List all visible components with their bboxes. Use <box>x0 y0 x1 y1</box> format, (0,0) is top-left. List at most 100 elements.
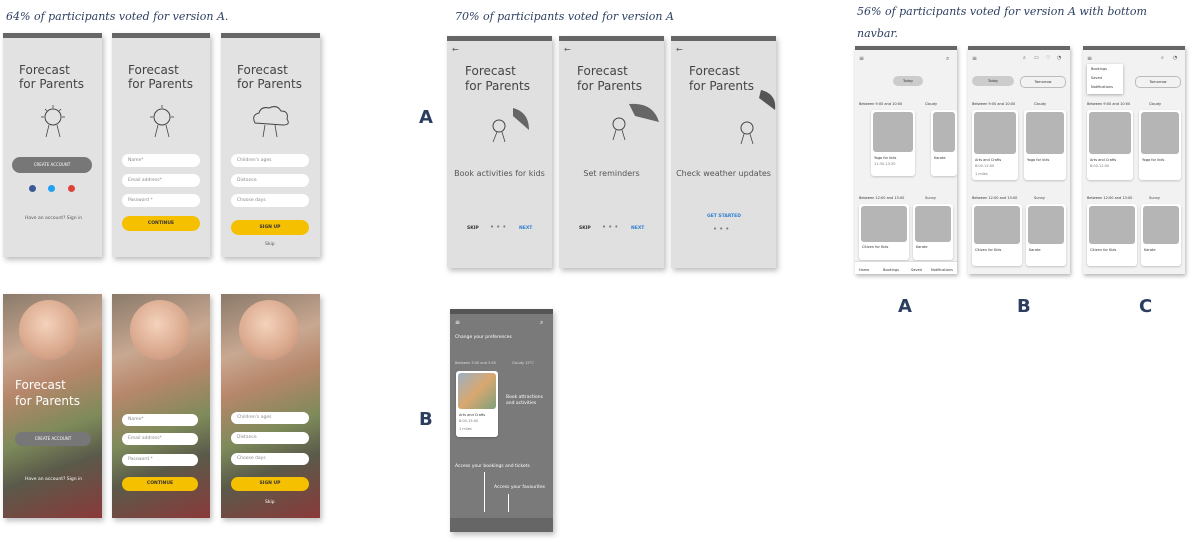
skip-button[interactable]: SKIP <box>579 226 591 231</box>
activity-card[interactable]: Arts and Crafts 8:00-12:00 1 miles <box>972 110 1018 180</box>
caption-signup-test: 64% of participants voted for version A. <box>6 10 229 23</box>
email-input[interactable]: Email address* <box>122 433 198 445</box>
get-started-button[interactable]: GET STARTED <box>707 214 741 219</box>
search-icon[interactable]: ⌕ <box>1023 55 1026 61</box>
name-input[interactable]: Name* <box>122 414 198 426</box>
create-account-button[interactable]: CREATE ACCOUNT <box>12 157 92 173</box>
activity-card[interactable]: Karate <box>931 110 957 176</box>
google-icon[interactable] <box>68 185 75 192</box>
facebook-icon[interactable] <box>29 185 36 192</box>
sign-in-link[interactable]: Have an account? Sign in <box>25 216 82 221</box>
variant-label-nav-b: B <box>1017 296 1031 317</box>
distance-select[interactable]: Distance <box>231 432 309 444</box>
twitter-icon[interactable] <box>48 185 55 192</box>
children-ages-select[interactable]: Children's ages <box>231 412 309 424</box>
activity-card[interactable]: Arts and Crafts 8:00-15:00 1 miles <box>456 371 498 437</box>
card-title: Arts and Crafts <box>1090 158 1117 162</box>
tour-access-bookings: Access your bookings and tickets <box>455 464 530 469</box>
menu-icon[interactable]: ≡ <box>972 55 977 62</box>
skip-link[interactable]: Skip <box>265 500 275 505</box>
password-input[interactable]: Password * <box>122 454 198 466</box>
search-icon[interactable]: ⌕ <box>946 55 949 63</box>
menu-icon[interactable]: ≡ <box>859 55 864 62</box>
back-arrow-icon[interactable]: ← <box>676 45 683 54</box>
menu-item-saved[interactable]: Saved <box>1091 76 1102 80</box>
navbar-variant-c: ≡ ⌕ ◔ Bookings Saved Notifications Tomor… <box>1083 46 1185 274</box>
status-bar <box>559 36 664 41</box>
time-slot-label: Between 9:00 and 10:00 <box>972 102 1016 106</box>
activity-card[interactable]: Citizen for Kids <box>859 204 909 260</box>
signup-screen-2: Forecast for Parents Name* Email address… <box>112 33 210 257</box>
time-slot-label: Between 3:00 and 3:45 <box>455 361 496 365</box>
continue-button[interactable]: CONTINUE <box>122 477 198 491</box>
menu-item-bookings[interactable]: Bookings <box>1091 67 1107 71</box>
search-icon[interactable]: ⌕ <box>1161 55 1164 61</box>
app-title-line1: Forecast <box>19 63 70 77</box>
activity-card[interactable]: Arts and Crafts 8:00-12:00 <box>1087 110 1133 180</box>
tab-today[interactable]: Today <box>972 76 1014 86</box>
menu-icon[interactable]: ≡ <box>455 319 460 326</box>
navbar-variant-a: ≡ ⌕ Today Between 9:00 and 10:00 Cloudy … <box>855 46 957 274</box>
activity-card[interactable]: Karate <box>913 204 953 260</box>
sign-up-button[interactable]: SIGN UP <box>231 477 309 491</box>
bell-icon[interactable]: ◔ <box>1057 55 1061 61</box>
activity-card[interactable]: Citizen for Kids <box>972 204 1022 266</box>
bookings-icon[interactable]: ▭ <box>1034 55 1039 61</box>
nav-tab-home[interactable]: Home <box>859 268 869 272</box>
dropdown-menu: Bookings Saved Notifications <box>1087 64 1123 94</box>
sign-in-link[interactable]: Have an account? Sign in <box>25 477 82 482</box>
status-bar <box>855 46 957 50</box>
heart-icon[interactable]: ♡ <box>1046 55 1050 61</box>
back-arrow-icon[interactable]: ← <box>452 45 459 54</box>
nav-tab-notifications[interactable]: Notifications <box>931 268 953 272</box>
umbrella-sun-icon <box>612 103 659 141</box>
next-button[interactable]: NEXT <box>519 226 532 231</box>
app-title-line2: for Parents <box>19 77 84 91</box>
app-title-line1: Forecast <box>577 64 628 78</box>
nav-tab-saved[interactable]: Saved <box>911 268 922 272</box>
tab-tomorrow[interactable]: Tomorrow <box>1020 76 1066 88</box>
activity-card[interactable]: Karate <box>1141 204 1181 266</box>
search-icon[interactable]: ⌕ <box>540 319 543 327</box>
password-input[interactable]: Password * <box>122 194 200 207</box>
card-title: Arts and Crafts <box>459 413 486 417</box>
photo-signup-screen-3: Children's ages Distance Choose days SIG… <box>221 294 320 518</box>
nav-tab-bookings[interactable]: Bookings <box>883 268 899 272</box>
tab-today[interactable]: Today <box>893 76 923 86</box>
card-title: Citizen for Kids <box>1090 248 1117 252</box>
activity-card[interactable]: Yoga for kids <box>1024 110 1066 180</box>
sign-up-button[interactable]: SIGN UP <box>231 220 309 235</box>
next-button[interactable]: NEXT <box>631 226 644 231</box>
umbrella-sun-icon <box>492 108 529 143</box>
app-title-line2: for Parents <box>128 77 193 91</box>
email-input[interactable]: Email address* <box>122 174 200 187</box>
sun-sketch-icon <box>150 105 174 138</box>
card-title: Citizen for Kids <box>975 248 1002 252</box>
status-bar <box>221 33 320 38</box>
baby-photo <box>239 300 299 360</box>
name-input[interactable]: Name* <box>122 154 200 167</box>
menu-icon[interactable]: ≡ <box>1087 55 1092 62</box>
cloud-sketch-icon <box>253 106 289 138</box>
skip-link[interactable]: Skip <box>265 242 275 247</box>
choose-days-select[interactable]: Choose days <box>231 453 309 465</box>
back-arrow-icon[interactable]: ← <box>564 45 571 54</box>
create-account-button[interactable]: CREATE ACCOUNT <box>15 432 91 446</box>
activity-card[interactable]: Yoga for kids 11:30-13:30 <box>871 110 915 176</box>
skip-button[interactable]: SKIP <box>467 226 479 231</box>
overlay-tour-screen: ≡ ⌕ Change your preferences Between 3:00… <box>450 309 553 532</box>
activity-card[interactable]: Karate <box>1026 204 1066 266</box>
card-title: Yoga for kids <box>1142 158 1165 162</box>
activity-card[interactable]: Yoga for kids <box>1139 110 1181 180</box>
onboarding-screen-3: ← Forecast for Parents Check weather upd… <box>671 36 776 268</box>
onboarding-screen-1: ← Forecast for Parents Book activities f… <box>447 36 552 268</box>
distance-select[interactable]: Distance <box>231 174 309 187</box>
choose-days-select[interactable]: Choose days <box>231 194 309 207</box>
continue-button[interactable]: CONTINUE <box>122 216 200 231</box>
tab-tomorrow[interactable]: Tomorrow <box>1135 76 1181 88</box>
activity-card[interactable]: Citizen for Kids <box>1087 204 1137 266</box>
tour-book-line2: and activities <box>506 401 537 406</box>
bell-icon[interactable]: ◔ <box>1173 55 1177 61</box>
menu-item-notifications[interactable]: Notifications <box>1091 85 1113 89</box>
children-ages-select[interactable]: Children's ages <box>231 154 309 167</box>
